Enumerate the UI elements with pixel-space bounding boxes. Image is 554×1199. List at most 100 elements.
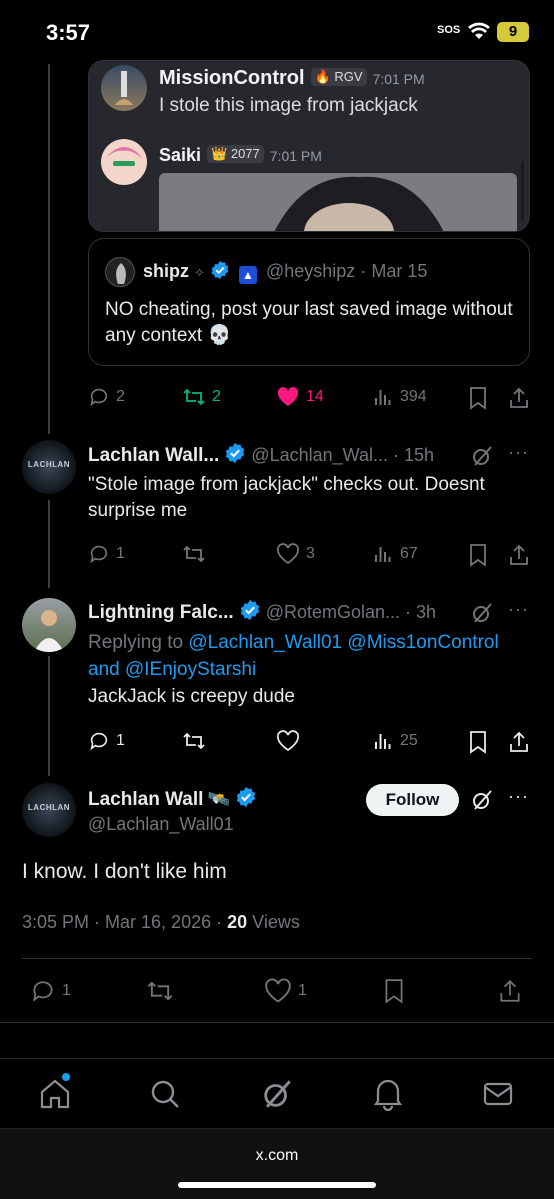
home-icon[interactable] xyxy=(38,1077,72,1111)
home-indicator[interactable] xyxy=(178,1182,376,1188)
main-text: I know. I don't like him xyxy=(22,860,227,883)
share-icon[interactable] xyxy=(498,978,522,1004)
status-bar: 3:57 SOS 9 xyxy=(0,0,554,64)
quoted-text: NO cheating, post your last saved image … xyxy=(105,299,513,346)
like-icon xyxy=(276,730,300,752)
reply-time: · 15h xyxy=(392,445,435,465)
reply-author[interactable]: Lightning Falc... xyxy=(88,602,234,623)
divider xyxy=(0,1022,554,1023)
quoted-tweet[interactable]: shipz ✧ ▲ @heyshipz · Mar 15 NO cheating… xyxy=(88,238,530,366)
views-button[interactable]: 394 xyxy=(372,386,427,408)
thread-line xyxy=(48,64,50,434)
verified-icon xyxy=(226,442,245,464)
bookmark-icon[interactable] xyxy=(468,386,488,410)
share-icon[interactable] xyxy=(508,386,530,410)
reply-count: 2 xyxy=(116,388,125,405)
more-icon[interactable]: ··· xyxy=(508,599,529,620)
affiliate-badge: ▲ xyxy=(238,266,257,284)
avatar[interactable]: LACHLAN xyxy=(22,440,76,494)
repost-button[interactable] xyxy=(182,543,212,565)
views-icon xyxy=(375,547,391,562)
share-icon[interactable] xyxy=(508,730,530,754)
like-button[interactable]: 14 xyxy=(276,386,324,408)
avatar[interactable] xyxy=(22,598,76,652)
share-icon[interactable] xyxy=(508,543,530,567)
reply-author[interactable]: Lachlan Wall... xyxy=(88,445,219,466)
reply-button[interactable]: 1 xyxy=(30,978,71,1004)
more-icon[interactable]: ··· xyxy=(508,442,529,463)
role-tag: 👑 2077 xyxy=(207,145,264,163)
messages-icon[interactable] xyxy=(482,1079,514,1109)
mention-link[interactable]: @Lachlan_Wall01 xyxy=(188,632,342,653)
repost-icon xyxy=(183,388,205,406)
diamond-icon: ✧ xyxy=(194,265,205,280)
main-author-row: Lachlan Wall 🛰️ xyxy=(88,786,257,811)
views-count: 20 xyxy=(227,912,248,932)
views-button[interactable]: 25 xyxy=(372,730,418,752)
like-count: 1 xyxy=(298,982,307,999)
reply-header: Lachlan Wall... @Lachlan_Wal... · 15h xyxy=(88,442,434,467)
avatar xyxy=(105,257,135,287)
status-time: 3:57 xyxy=(46,20,91,45)
reply-button[interactable]: 1 xyxy=(88,543,125,565)
repost-button[interactable] xyxy=(146,978,180,1004)
grok-icon[interactable] xyxy=(260,1077,294,1111)
message-text: I stole this image from jackjack xyxy=(159,95,418,116)
message-time: 7:01 PM xyxy=(372,71,425,87)
quoted-handle: @heyshipz xyxy=(265,261,356,281)
reply-icon xyxy=(90,732,108,751)
scrollbar xyxy=(521,161,524,221)
more-icon[interactable]: ··· xyxy=(508,786,529,807)
verified-icon xyxy=(240,599,259,621)
tweet-media-image[interactable]: MissionControl 🔥 RGV 7:01 PM I stole this … xyxy=(88,60,530,232)
grok-icon[interactable] xyxy=(470,444,494,468)
views-label: Views xyxy=(252,912,300,932)
sos-indicator: SOS xyxy=(437,24,461,36)
search-icon[interactable] xyxy=(148,1077,182,1111)
wifi-icon xyxy=(468,22,490,39)
like-button[interactable] xyxy=(276,730,306,752)
notification-dot xyxy=(62,1073,70,1081)
verified-icon xyxy=(211,260,229,280)
message-author: MissionControl xyxy=(159,67,305,89)
mention-link[interactable]: @IEnjoyStarshi xyxy=(125,659,256,680)
like-button[interactable]: 3 xyxy=(276,543,315,565)
url-label[interactable]: x.com xyxy=(0,1147,554,1165)
reply-count: 1 xyxy=(116,732,125,749)
reply-button[interactable]: 1 xyxy=(88,730,125,752)
follow-button[interactable]: Follow xyxy=(366,784,459,816)
like-button[interactable]: 1 xyxy=(264,978,307,1004)
views-button[interactable]: 67 xyxy=(372,543,418,565)
reply-count: 1 xyxy=(116,545,125,562)
reply-header: Lightning Falc... @RotemGolan... · 3h xyxy=(88,599,436,624)
main-author[interactable]: Lachlan Wall xyxy=(88,789,203,810)
like-count: 3 xyxy=(306,545,315,562)
repost-button[interactable] xyxy=(182,730,212,752)
grok-icon[interactable] xyxy=(470,601,494,625)
bookmark-icon[interactable] xyxy=(468,543,488,567)
reply-icon xyxy=(33,981,53,1002)
avatar xyxy=(101,139,147,185)
bookmark-icon[interactable] xyxy=(468,730,488,754)
quoted-date: · Mar 15 xyxy=(360,261,428,281)
like-icon xyxy=(277,387,299,406)
role-tag: 🔥 RGV xyxy=(310,68,367,86)
avatar[interactable]: LACHLAN xyxy=(22,783,76,837)
divider xyxy=(22,958,532,959)
grok-icon[interactable] xyxy=(470,788,494,812)
reply-handle: @Lachlan_Wal... xyxy=(251,445,388,465)
notifications-icon[interactable] xyxy=(372,1077,404,1111)
mention-link[interactable]: @Miss1onControl xyxy=(347,632,498,653)
main-handle: @Lachlan_Wall01 xyxy=(88,814,234,834)
reply-button[interactable]: 2 xyxy=(88,386,125,408)
satellite-icon: 🛰️ xyxy=(207,789,231,809)
bookmark-icon[interactable] xyxy=(383,978,405,1004)
timestamp[interactable]: 3:05 PM · Mar 16, 2026 · xyxy=(22,912,222,932)
reply-icon xyxy=(90,545,108,564)
message-time: 7:01 PM xyxy=(269,148,322,164)
reply-count: 1 xyxy=(62,982,71,999)
verified-icon xyxy=(236,786,255,808)
battery-indicator: 9 xyxy=(497,22,529,42)
reply-handle: @RotemGolan... xyxy=(265,602,401,622)
repost-button[interactable]: 2 xyxy=(182,386,221,408)
